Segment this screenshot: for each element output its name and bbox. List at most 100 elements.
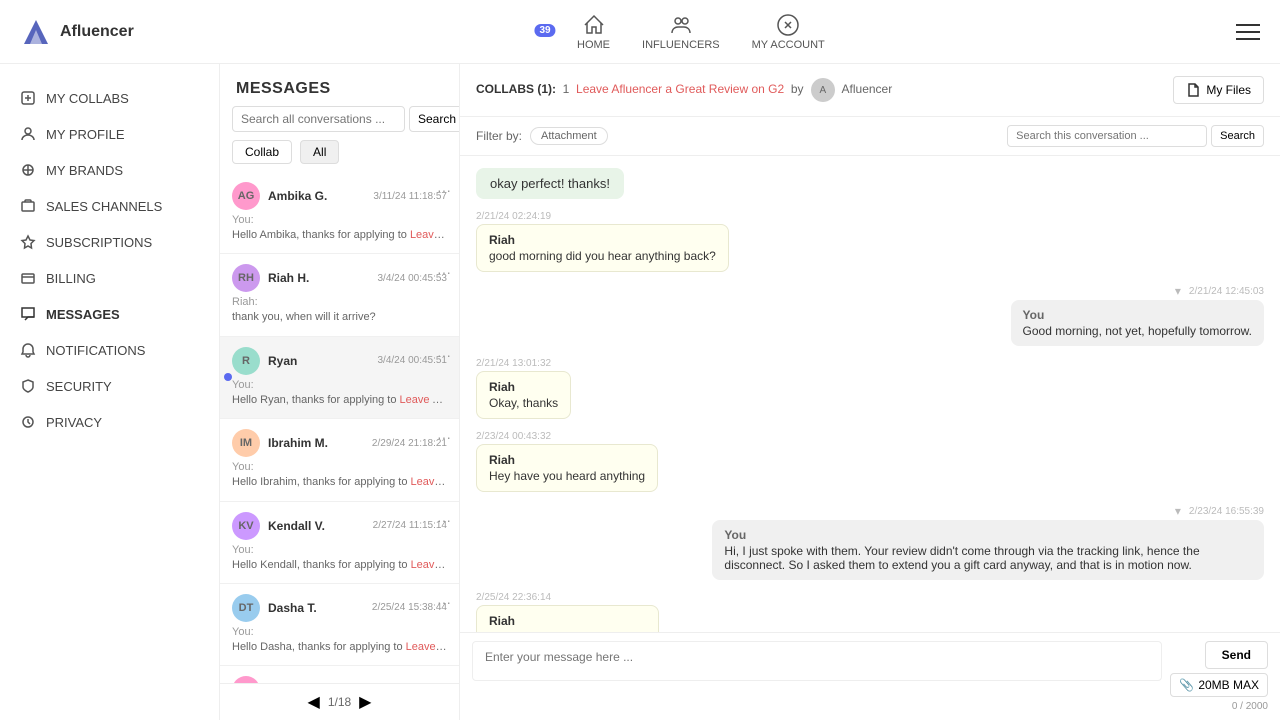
conv-more-icon[interactable]: ··· bbox=[437, 594, 451, 610]
sidebar-item-my-profile[interactable]: MY PROFILE bbox=[0, 116, 219, 152]
account-icon bbox=[776, 13, 800, 37]
filter-chip-attachment[interactable]: Attachment bbox=[530, 127, 608, 145]
logo-icon bbox=[20, 16, 52, 48]
list-item[interactable]: KV Kendall V. 2/27/24 11:15:14 ··· You: … bbox=[220, 502, 459, 584]
message-time: 2/21/24 12:45:03 bbox=[1189, 286, 1264, 297]
attach-button[interactable]: 📎 20MB MAX bbox=[1170, 673, 1268, 697]
message-time: 2/21/24 13:01:32 bbox=[476, 358, 1264, 369]
filter-tabs: Collab All bbox=[220, 140, 459, 172]
conv-date: 2/29/24 21:18:21 bbox=[372, 438, 447, 449]
hamburger-menu[interactable] bbox=[1236, 24, 1260, 40]
sidebar-item-billing[interactable]: BILLING bbox=[0, 260, 219, 296]
main-nav: 39 HOME INFLUENCERS MY ACCOUNT bbox=[545, 13, 825, 51]
filter-tab-all[interactable]: All bbox=[300, 140, 339, 164]
message-sender: Riah bbox=[489, 380, 558, 394]
sidebar-item-my-collabs[interactable]: MY COLLABS bbox=[0, 80, 219, 116]
list-item[interactable]: DT Dasha T. 2/25/24 15:38:44 ··· You: He… bbox=[220, 584, 459, 666]
sidebar-item-sales-channels[interactable]: SALES CHANNELS bbox=[0, 188, 219, 224]
list-item[interactable]: IM Ibrahim M. 2/29/24 21:18:21 ··· You: … bbox=[220, 419, 459, 501]
sidebar-item-messages[interactable]: MESSAGES bbox=[0, 296, 219, 332]
message-time: 2/25/24 22:36:14 bbox=[476, 592, 1264, 603]
list-item[interactable]: AV Annette V. 2/20/24 18:37:18 ··· You: … bbox=[220, 666, 459, 683]
sidebar-item-security[interactable]: SECURITY bbox=[0, 368, 219, 404]
conv-date: 2/25/24 15:38:44 bbox=[372, 602, 447, 613]
sales-icon bbox=[20, 198, 36, 214]
conv-date: 2/27/24 11:15:14 bbox=[373, 520, 447, 531]
sidebar-item-my-brands[interactable]: MY BRANDS bbox=[0, 152, 219, 188]
conv-preview: Hello Ryan, thanks for applying to Leave… bbox=[232, 393, 447, 408]
nav-influencers[interactable]: INFLUENCERS bbox=[642, 13, 720, 51]
messages-body: okay perfect! thanks! 2/21/24 02:24:19 R… bbox=[460, 156, 1280, 632]
sidebar-item-notifications[interactable]: NOTIFICATIONS bbox=[0, 332, 219, 368]
collab-title-link[interactable]: Leave Afluencer a Great Review on G2 bbox=[576, 82, 784, 96]
message-input[interactable] bbox=[472, 641, 1162, 681]
message-sender: Riah bbox=[489, 233, 716, 247]
list-item[interactable]: R Ryan 3/4/24 00:45:51 ··· You: Hello Ry… bbox=[220, 337, 459, 419]
char-count: 0 / 2000 bbox=[1232, 701, 1268, 712]
message-time: 2/21/24 02:24:19 bbox=[476, 211, 1264, 222]
sidebar-label-sales-channels: SALES CHANNELS bbox=[46, 199, 162, 214]
conv-sender: You: bbox=[232, 461, 447, 473]
sidebar-item-subscriptions[interactable]: SUBSCRIPTIONS bbox=[0, 224, 219, 260]
avatar: AV bbox=[232, 676, 260, 683]
conv-more-icon[interactable]: ··· bbox=[437, 347, 451, 363]
sidebar-label-notifications: NOTIFICATIONS bbox=[46, 343, 145, 358]
message-bubble: You Hi, I just spoke with them. Your rev… bbox=[712, 520, 1264, 580]
pagination-next[interactable]: ▶ bbox=[359, 692, 371, 712]
nav-influencers-label: INFLUENCERS bbox=[642, 39, 720, 51]
list-item[interactable]: AG Ambika G. 3/11/24 11:18:57 ··· You: H… bbox=[220, 172, 459, 254]
conv-search-input[interactable] bbox=[1007, 125, 1207, 147]
conversation-search-button[interactable]: Search bbox=[409, 106, 460, 132]
conv-sender: You: bbox=[232, 379, 447, 391]
filter-by-label: Filter by: bbox=[476, 129, 522, 143]
unread-indicator bbox=[224, 373, 232, 381]
conv-date: 3/11/24 11:18:57 bbox=[373, 191, 447, 202]
my-files-button[interactable]: My Files bbox=[1173, 76, 1264, 104]
message-text: Hey have you heard anything bbox=[489, 469, 645, 483]
app-logo[interactable]: Afluencer bbox=[20, 16, 134, 48]
collapse-toggle[interactable]: ▾ bbox=[1175, 504, 1181, 518]
conversation-search-input[interactable] bbox=[232, 106, 405, 132]
list-item[interactable]: RH Riah H. 3/4/24 00:45:53 ··· Riah: tha… bbox=[220, 254, 459, 336]
app-name: Afluencer bbox=[60, 23, 134, 41]
sidebar-label-messages: MESSAGES bbox=[46, 307, 120, 322]
conv-preview: Hello Kendall, thanks for applying to Le… bbox=[232, 558, 447, 573]
sidebar-label-billing: BILLING bbox=[46, 271, 96, 286]
conv-preview: Hello Dasha, thanks for applying to Leav… bbox=[232, 640, 447, 655]
message-group: ▾ 2/23/24 16:55:39 You Hi, I just spoke … bbox=[476, 504, 1264, 580]
message-time-row: ▾ 2/21/24 12:45:03 bbox=[476, 284, 1264, 298]
collabs-icon bbox=[20, 90, 36, 106]
message-text: Okay, thanks bbox=[489, 396, 558, 410]
collabs-label: COLLABS (1): 1 Leave Afluencer a Great R… bbox=[476, 82, 892, 96]
top-navigation: Afluencer 39 HOME INFLUENCERS MY ACCOUNT bbox=[0, 0, 1280, 64]
conv-more-icon[interactable]: ··· bbox=[437, 182, 451, 198]
chat-header: COLLABS (1): 1 Leave Afluencer a Great R… bbox=[460, 64, 1280, 117]
conv-preview: Hello Ambika, thanks for applying to Lea… bbox=[232, 228, 447, 243]
conv-more-icon[interactable]: ··· bbox=[437, 429, 451, 445]
sidebar-label-privacy: PRIVACY bbox=[46, 415, 102, 430]
conv-more-icon[interactable]: ··· bbox=[437, 676, 451, 683]
collapse-toggle[interactable]: ▾ bbox=[1175, 284, 1181, 298]
filter-tab-collab[interactable]: Collab bbox=[232, 140, 292, 164]
collab-info: COLLABS (1): 1 Leave Afluencer a Great R… bbox=[476, 78, 892, 102]
message-text: okay perfect! thanks! bbox=[490, 176, 610, 191]
conv-search-row: Search bbox=[1007, 125, 1264, 147]
avatar: IM bbox=[232, 429, 260, 457]
message-bubble: Riah good morning did you hear anything … bbox=[476, 224, 729, 272]
profile-icon bbox=[20, 126, 36, 142]
pagination: ◀ 1/18 ▶ bbox=[220, 683, 459, 720]
collab-by: by bbox=[791, 82, 804, 96]
nav-my-account[interactable]: MY ACCOUNT bbox=[752, 13, 825, 51]
conv-search-button[interactable]: Search bbox=[1211, 125, 1264, 147]
conv-more-icon[interactable]: ··· bbox=[437, 264, 451, 280]
nav-account-label: MY ACCOUNT bbox=[752, 39, 825, 51]
pagination-prev[interactable]: ◀ bbox=[308, 692, 320, 712]
sidebar-item-privacy[interactable]: PRIVACY bbox=[0, 404, 219, 440]
conv-more-icon[interactable]: ··· bbox=[437, 512, 451, 528]
conversation-list: AG Ambika G. 3/11/24 11:18:57 ··· You: H… bbox=[220, 172, 459, 683]
conversation-search-row: Search bbox=[220, 106, 459, 140]
avatar: DT bbox=[232, 594, 260, 622]
nav-home[interactable]: HOME bbox=[577, 13, 610, 51]
send-button[interactable]: Send bbox=[1205, 641, 1268, 669]
message-time-row: ▾ 2/23/24 16:55:39 bbox=[476, 504, 1264, 518]
